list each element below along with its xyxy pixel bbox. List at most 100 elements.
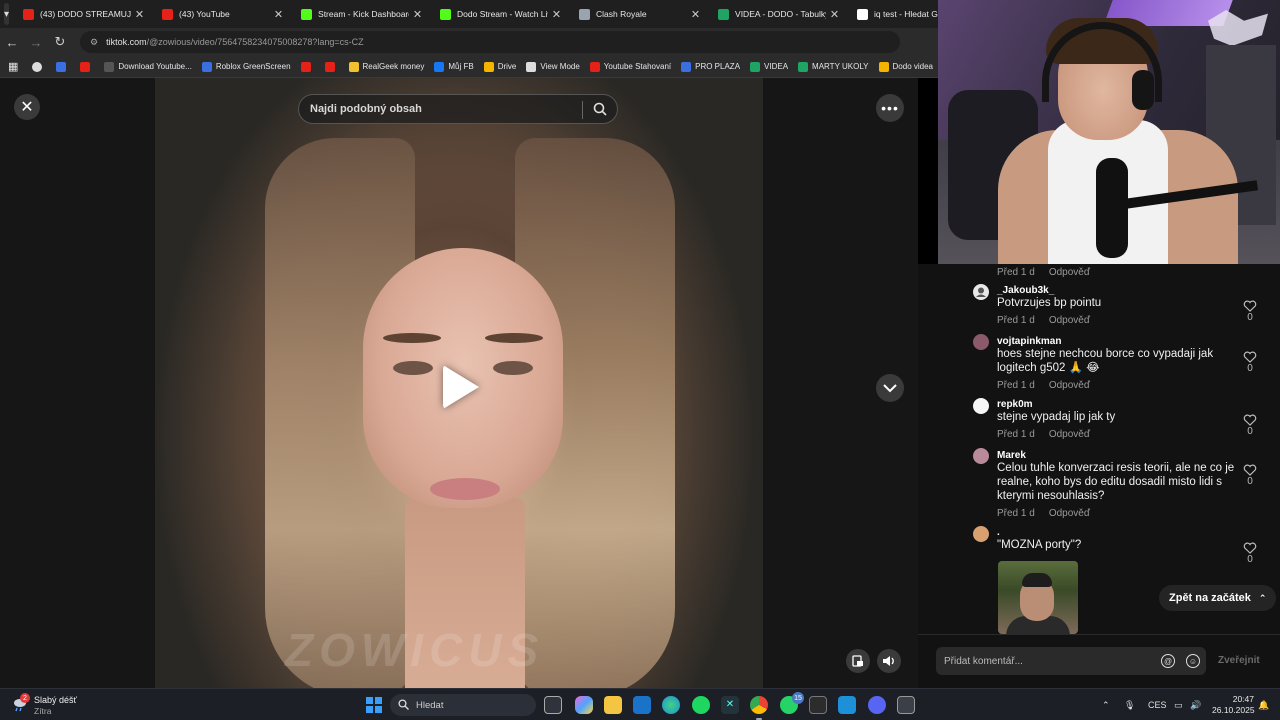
video-frame [393,361,433,375]
avatar[interactable] [973,448,989,464]
comment-input[interactable]: Přidat komentář... @ ☺ [936,647,1206,675]
more-options-icon[interactable]: ••• [876,94,904,122]
volume-icon[interactable]: 🔊 [1190,689,1201,720]
bookmark-label: PRO PLAZA [695,62,741,71]
file-explorer-icon[interactable] [604,696,622,714]
bookmark-item[interactable]: MARTY UKOLY [798,61,869,72]
search-input[interactable]: Najdi podobný obsah [310,103,422,115]
back-button[interactable]: ← [0,35,24,50]
like-button[interactable]: 0 [1243,542,1257,565]
comment-username[interactable]: . [997,527,1237,538]
epic-games-icon[interactable] [809,696,827,714]
app-icon[interactable] [838,696,856,714]
close-icon[interactable]: ✕ [135,8,144,21]
bookmark-item[interactable]: View Mode [526,61,580,72]
reply-link[interactable]: Odpověď [1049,267,1090,278]
language-indicator[interactable]: CES [1148,689,1167,720]
bookmark-item[interactable]: Download Youtube... [104,61,192,72]
copilot-icon[interactable] [575,696,593,714]
close-icon[interactable]: ✕ [552,8,561,21]
like-button[interactable]: 0 [1243,414,1257,437]
miniplayer-button[interactable] [846,649,870,673]
comment-username[interactable]: vojtapinkman [997,336,1237,347]
spotify-icon[interactable] [692,696,710,714]
whatsapp-icon[interactable]: 15 [780,692,804,714]
avatar[interactable] [973,284,989,300]
close-icon[interactable]: ✕ [413,8,422,21]
comment-image[interactable] [998,561,1078,634]
close-icon[interactable]: ✕ [830,8,839,21]
close-icon[interactable]: ✕ [274,8,283,21]
chrome-icon[interactable] [750,696,768,720]
reply-link[interactable]: Odpověď [1049,508,1090,519]
bookmark-item[interactable]: Youtube Stahovaní [589,61,671,72]
address-bar: ← → ↻ ⚙ tiktok.com/@zowious/video/756475… [0,28,938,56]
reload-button[interactable]: ↻ [48,34,72,50]
forward-button[interactable]: → [24,35,48,50]
bookmark-item[interactable]: VIDEA [750,61,788,72]
bookmark-item[interactable]: Drive [483,61,516,72]
bookmark-item[interactable] [324,61,339,72]
discord-icon[interactable] [868,696,886,714]
comment-username[interactable]: repk0m [997,399,1237,410]
network-icon[interactable]: ▭ [1174,689,1183,720]
reply-link[interactable]: Odpověď [1049,315,1090,326]
clock[interactable]: 20:47 26.10.2025 [1212,694,1255,716]
heart-icon [1243,464,1257,476]
similar-content-search[interactable]: Najdi podobný obsah [298,94,618,124]
browser-tab[interactable]: Dodo Stream - Watch Live ✕ [430,0,569,28]
bookmark-item[interactable]: Dodo videa [878,61,933,72]
next-video-button[interactable] [876,374,904,402]
taskbar-search[interactable]: Hledat [390,694,536,716]
search-icon[interactable] [593,102,607,116]
back-to-top-button[interactable]: Zpět na začátek ⌃ [1159,585,1277,611]
kick-icon [440,8,452,20]
like-button[interactable]: 0 [1243,464,1257,487]
avatar[interactable] [973,526,989,542]
browser-tab[interactable]: VIDEA - DODO - Tabulky ✕ [708,0,847,28]
browser-tab[interactable]: (43) YouTube ✕ [152,0,291,28]
emoji-icon[interactable]: ☺ [1186,654,1200,668]
bookmark-roblox[interactable] [56,61,70,72]
tab-search-button[interactable]: ▾ [4,3,10,25]
comment-image-part [1022,573,1052,587]
start-button[interactable] [366,697,382,713]
avatar[interactable] [973,398,989,414]
close-icon[interactable]: ✕ [691,8,700,21]
mention-icon[interactable]: @ [1161,654,1175,668]
bookmark-item[interactable] [300,61,315,72]
play-icon[interactable] [443,365,479,409]
outlook-icon[interactable] [633,696,651,714]
bookmark-item[interactable]: RealGeek money [348,61,424,72]
avatar[interactable] [973,334,989,350]
browser-tab[interactable]: (43) DODO STREAMUJE - ✕ [13,0,152,28]
bookmark-item[interactable]: PRO PLAZA [681,61,741,72]
reply-link[interactable]: Odpověď [1049,380,1090,391]
edge-icon[interactable] [662,696,680,714]
url-field[interactable]: ⚙ tiktok.com/@zowious/video/756475823407… [80,31,900,53]
volume-button[interactable] [877,649,901,673]
browser-tab[interactable]: Stream - Kick Dashboard ✕ [291,0,430,28]
like-button[interactable]: 0 [1243,351,1257,374]
comment-username[interactable]: Marek [997,450,1237,461]
close-button[interactable]: ✕ [14,94,40,120]
calculator-icon[interactable] [897,696,915,714]
publish-button[interactable]: Zveřejnit [1218,655,1260,666]
tray-overflow-icon[interactable]: ⌃ [1102,689,1110,720]
bookmark-item[interactable] [80,61,94,72]
reply-link[interactable]: Odpověď [1049,429,1090,440]
bookmark-globe[interactable] [32,61,46,72]
weather-widget[interactable]: 2 Slabý déšť Zítra [12,693,92,717]
comment-username[interactable]: _Jakoub3k_ [997,285,1237,296]
bookmark-item[interactable]: Můj FB [434,61,474,72]
microphone-icon[interactable]: 🎙 [1124,689,1135,720]
browser-tab[interactable]: Clash Royale ✕ [569,0,708,28]
apps-icon[interactable]: ▦ [8,60,18,73]
task-view-icon[interactable] [544,696,562,714]
like-button[interactable]: 0 [1243,300,1257,323]
site-info-icon[interactable]: ⚙ [90,37,98,48]
youtube-icon [300,61,311,72]
notifications-icon[interactable]: 🔔 [1258,689,1269,720]
bookmark-item[interactable]: Roblox GreenScreen [201,61,291,72]
capcut-icon[interactable]: ✕ [721,696,739,714]
